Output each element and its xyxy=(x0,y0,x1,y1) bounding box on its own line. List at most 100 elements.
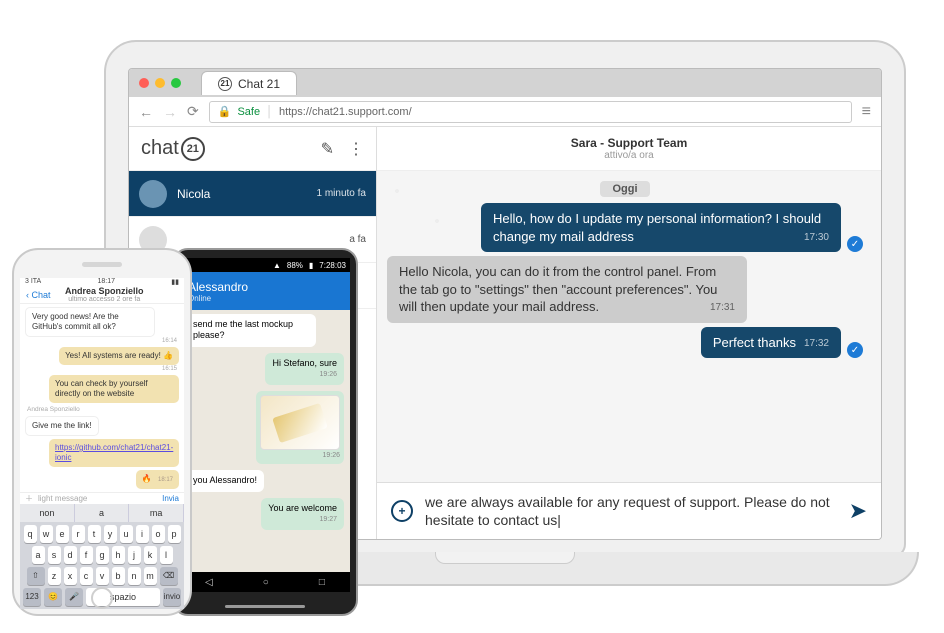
keyboard-key[interactable]: 123 xyxy=(23,588,41,606)
keyboard-key[interactable]: q xyxy=(24,525,37,543)
back-button[interactable]: ‹ Chat xyxy=(26,290,51,300)
keyboard-key[interactable]: f xyxy=(80,546,93,564)
android-message-list[interactable]: send me the last mockup please? Hi Stefa… xyxy=(180,310,350,572)
message-row: Hello Nicola, you can do it from the con… xyxy=(387,256,863,323)
menu-kebab-icon[interactable]: ⋮ xyxy=(348,139,364,159)
keyboard-key[interactable]: h xyxy=(112,546,125,564)
keyboard-key[interactable]: c xyxy=(80,567,93,585)
window-min-dot[interactable] xyxy=(155,78,165,88)
message-bubble-image[interactable]: 19:26 xyxy=(256,391,344,465)
address-bar[interactable]: 🔒 Safe │ https://chat21.support.com/ xyxy=(209,101,852,123)
keyboard-key[interactable]: m xyxy=(144,567,157,585)
keyboard-key[interactable]: r xyxy=(72,525,85,543)
keyboard-key[interactable]: d xyxy=(64,546,77,564)
conversation-panel: Sara - Support Team attivo/a ora Oggi He… xyxy=(377,127,881,539)
delivered-check-icon: ✓ xyxy=(847,236,863,252)
message-bubble-outgoing: You are welcome 19:27 xyxy=(261,498,344,530)
keyboard-key[interactable]: v xyxy=(96,567,109,585)
message-bubble-incoming: you Alessandro! xyxy=(186,470,264,491)
composer: + we are always available for any reques… xyxy=(377,482,881,539)
nav-recent-icon[interactable]: □ xyxy=(319,577,325,588)
nav-reload-icon[interactable]: ⟳ xyxy=(187,103,199,120)
message-bubble-link[interactable]: https://github.com/chat21/chat21-ionic xyxy=(49,439,179,467)
message-text: 🔥 xyxy=(142,474,152,483)
sidebar-header: chat 21 ✎ ⋮ xyxy=(129,127,376,171)
keyboard-key[interactable]: g xyxy=(96,546,109,564)
message-time: 17:31 xyxy=(710,301,735,315)
message-time: 16:14 xyxy=(162,338,177,344)
home-button[interactable] xyxy=(91,587,113,609)
url-text: https://chat21.support.com/ xyxy=(279,106,412,118)
ios-message-list[interactable]: Very good news! Are the GitHub's commit … xyxy=(20,304,184,492)
browser-menu-icon[interactable]: ≡ xyxy=(862,103,871,121)
keyboard-key[interactable]: 🎤 xyxy=(65,588,83,606)
nav-home-icon[interactable]: ○ xyxy=(263,577,269,588)
keyboard-key[interactable]: z xyxy=(48,567,61,585)
message-bubble-outgoing: You can check by yourself directly on th… xyxy=(49,375,179,403)
keyboard-key[interactable]: s xyxy=(48,546,61,564)
send-button[interactable]: Invia xyxy=(162,494,179,503)
safe-label: Safe xyxy=(237,106,260,118)
message-time: 19:27 xyxy=(268,516,337,525)
ios-statusbar: 3 ITA 18:17 ▮▮ xyxy=(20,278,184,286)
message-bubble-outgoing: Perfect thanks 17:32 xyxy=(701,327,841,359)
keyboard-key[interactable]: w xyxy=(40,525,53,543)
window-close-dot[interactable] xyxy=(139,78,149,88)
keyboard-key[interactable]: t xyxy=(88,525,101,543)
keyboard-key[interactable]: b xyxy=(112,567,125,585)
peer-info[interactable]: Andrea Sponziello ultimo accesso 2 ore f… xyxy=(51,286,158,303)
nav-back-icon[interactable]: ← xyxy=(139,104,153,120)
keyboard-key[interactable]: o xyxy=(152,525,165,543)
composer-input[interactable]: we are always available for any request … xyxy=(425,493,837,529)
browser-tab[interactable]: 21 Chat 21 xyxy=(201,71,297,95)
keyboard-key[interactable]: 😊 xyxy=(44,588,62,606)
compose-icon[interactable]: ✎ xyxy=(321,139,334,159)
nav-fwd-icon[interactable]: → xyxy=(163,104,177,120)
window-max-dot[interactable] xyxy=(171,78,181,88)
carrier-text: 3 ITA xyxy=(25,278,41,286)
message-time: 17:30 xyxy=(804,231,829,245)
conversation-time: 1 minuto fa xyxy=(317,188,366,199)
message-list[interactable]: Oggi Hello, how do I update my personal … xyxy=(377,171,881,482)
nav-back-icon[interactable]: ◁ xyxy=(205,577,213,588)
suggestion[interactable]: a xyxy=(75,504,130,522)
attach-button[interactable]: ＋ xyxy=(25,493,33,504)
peer-name: Andrea Sponziello xyxy=(51,286,158,296)
keyboard-key[interactable]: e xyxy=(56,525,69,543)
battery-text: 88% xyxy=(287,261,303,270)
date-separator: Oggi xyxy=(600,181,649,197)
keyboard-key[interactable]: j xyxy=(128,546,141,564)
keyboard-key[interactable]: y xyxy=(104,525,117,543)
message-time: 19:26 xyxy=(272,371,337,380)
conversation-header: Sara - Support Team attivo/a ora xyxy=(377,127,881,171)
conversation-time: a fa xyxy=(349,234,366,245)
suggestion[interactable]: non xyxy=(20,504,75,522)
keyboard-key[interactable]: i xyxy=(136,525,149,543)
conversation-item[interactable]: Nicola 1 minuto fa xyxy=(129,171,376,217)
browser-toolbar: ← → ⟳ 🔒 Safe │ https://chat21.support.co… xyxy=(129,97,881,127)
keyboard-key[interactable]: k xyxy=(144,546,157,564)
message-row: Perfect thanks 17:32 ✓ xyxy=(387,327,863,359)
send-button[interactable]: ➤ xyxy=(849,498,867,524)
keyboard-suggestions: non a ma xyxy=(20,504,184,522)
message-text: Hello Nicola, you can do it from the con… xyxy=(399,264,717,314)
keyboard-key[interactable]: l xyxy=(160,546,173,564)
peer-name: Sara - Support Team xyxy=(571,136,687,150)
keyboard-key[interactable]: ⇧ xyxy=(27,567,45,585)
keyboard-key[interactable]: n xyxy=(128,567,141,585)
keyboard-key[interactable]: p xyxy=(168,525,181,543)
suggestion[interactable]: ma xyxy=(129,504,184,522)
keyboard-key[interactable]: x xyxy=(64,567,77,585)
keyboard-key[interactable]: u xyxy=(120,525,133,543)
battery-icon: ▮▮ xyxy=(171,278,179,286)
composer-input[interactable]: light message xyxy=(38,494,157,503)
sender-label: Andrea Sponziello xyxy=(25,406,179,413)
android-chat-header[interactable]: Alessandro Online xyxy=(180,272,350,310)
tab-title: Chat 21 xyxy=(238,77,280,91)
message-bubble-outgoing: Hello, how do I update my personal infor… xyxy=(481,203,841,252)
keyboard-key[interactable]: a xyxy=(32,546,45,564)
attach-button[interactable]: + xyxy=(391,500,413,522)
keyboard-key[interactable]: invio xyxy=(163,588,181,606)
message-text: You are welcome xyxy=(268,503,337,513)
keyboard-key[interactable]: ⌫ xyxy=(160,567,178,585)
